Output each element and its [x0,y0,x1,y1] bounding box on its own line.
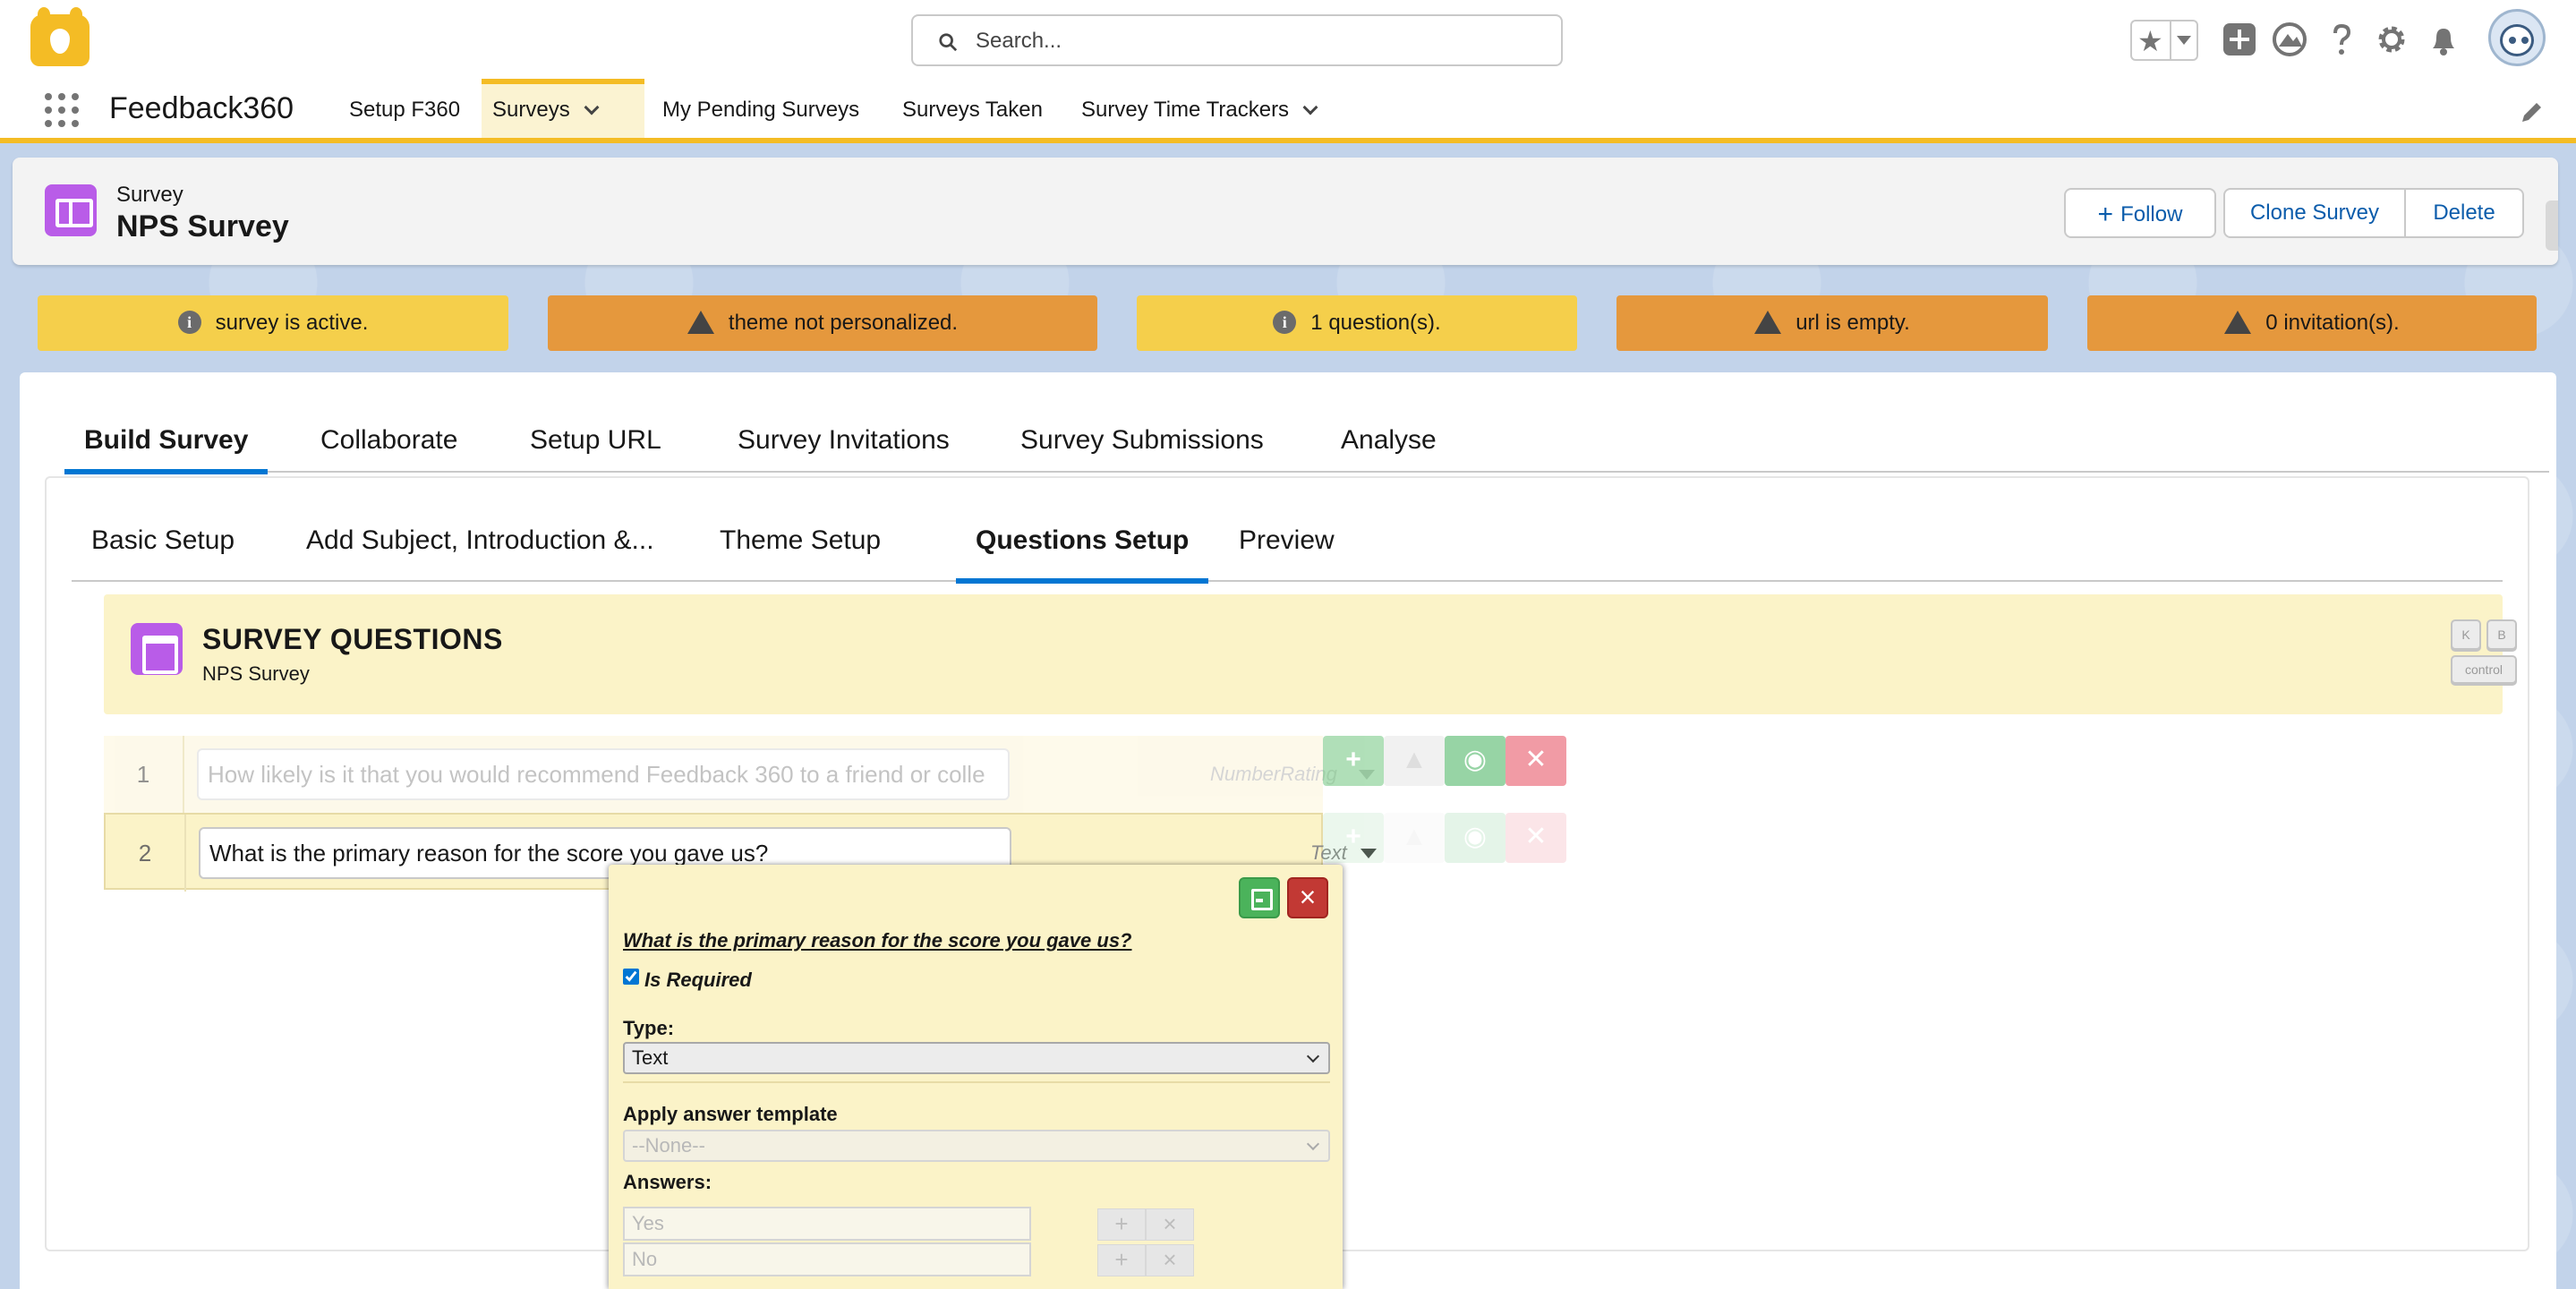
search-input[interactable] [976,25,1548,57]
add-answer-button[interactable]: + [1097,1208,1146,1241]
delete-button[interactable]: Delete [2404,188,2524,238]
tab-add-subject-introduction[interactable]: Add Subject, Introduction &... [286,499,674,582]
keyboard-key-b: B [2486,619,2517,650]
close-icon[interactable]: × [1287,877,1328,918]
editor-question-text: What is the primary reason for the score… [623,929,1132,952]
section-title: SURVEY QUESTIONS [202,623,503,655]
tab-survey-invitations[interactable]: Survey Invitations [718,408,969,473]
tab-basic-setup[interactable]: Basic Setup [72,499,254,582]
help-icon[interactable] [2324,21,2359,57]
tab-build-survey[interactable]: Build Survey [64,408,269,474]
answer-input[interactable]: Yes [623,1207,1031,1241]
main-tab-bar: Build Survey Collaborate Setup URL Surve… [64,408,2549,474]
clone-survey-button[interactable]: Clone Survey [2223,188,2406,238]
type-label: Type: [623,1017,675,1039]
app-navigation-bar: Feedback360 Setup F360 Surveys My Pendin… [0,79,2576,143]
survey-record-icon [45,184,97,236]
delete-question-button[interactable]: ✕ [1506,736,1566,786]
nav-item-surveys-taken[interactable]: Surveys Taken [891,79,1053,138]
status-banner-active: i survey is active. [38,295,508,351]
question-editor-popover: × What is the primary reason for the sco… [609,865,1343,1289]
nav-item-my-pending-surveys[interactable]: My Pending Surveys [652,79,870,138]
nav-item-survey-time-trackers[interactable]: Survey Time Trackers [1070,79,1326,138]
question-number: 2 [106,815,186,892]
eye-icon[interactable]: ◉ [1445,736,1506,786]
record-title: NPS Survey [116,209,289,243]
add-icon[interactable] [2222,21,2257,57]
setup-gear-icon[interactable] [2374,21,2410,57]
chevron-down-icon[interactable] [584,99,600,115]
follow-button[interactable]: + Follow [2064,188,2216,238]
answers-label: Answers: [623,1171,712,1193]
survey-questions-header: SURVEY QUESTIONS NPS Survey K B control [104,594,2517,714]
tab-preview[interactable]: Preview [1219,499,1354,582]
move-up-button[interactable]: ▲ [1384,813,1445,863]
status-banner-url: url is empty. [1616,295,2048,351]
keyboard-key-k: K [2451,619,2481,650]
question-number: 1 [104,736,184,813]
user-avatar[interactable] [2488,9,2546,66]
warning-icon [2224,310,2252,334]
is-required-checkbox-label[interactable]: Is Required [623,969,752,992]
tab-questions-setup[interactable]: Questions Setup [956,499,1209,584]
chevron-down-icon [1306,1137,1320,1151]
type-select[interactable]: Text [623,1042,1330,1074]
remove-answer-button[interactable]: × [1146,1208,1194,1241]
warning-icon [1754,310,1782,334]
tab-collaborate[interactable]: Collaborate [301,408,477,473]
section-subtitle: NPS Survey [202,662,310,685]
tab-theme-setup[interactable]: Theme Setup [700,499,900,582]
record-object-type: Survey [116,183,183,207]
answer-template-select[interactable]: --None-- [623,1130,1330,1162]
status-banner-questions: i1 question(s). [1137,295,1577,351]
sub-tab-bar: Basic Setup Add Subject, Introduction &.… [72,499,2503,584]
calendar-icon [131,623,183,675]
keyboard-key-control: control [2451,655,2517,684]
warning-icon [687,310,714,334]
favorites-star-icon: ★ [2137,25,2163,57]
chevron-down-icon [1306,1049,1320,1063]
nav-item-surveys[interactable]: Surveys [482,79,644,138]
status-banner-invitations: 0 invitation(s). [2087,295,2537,351]
favorites-button[interactable]: ★ [2130,20,2198,61]
add-question-button[interactable]: + [1323,736,1384,786]
side-panel-handle[interactable] [2546,201,2558,251]
trailhead-icon[interactable] [2272,21,2307,57]
favorites-menu-caret-icon[interactable] [2177,36,2191,45]
nav-item-setup-f360[interactable]: Setup F360 [338,79,471,138]
delete-question-button[interactable]: ✕ [1506,813,1566,863]
plus-icon: + [2097,200,2114,229]
global-header: ★ [0,0,2576,79]
global-search[interactable] [911,14,1563,66]
record-header: Survey NPS Survey + Follow Clone Survey D… [13,158,2558,265]
notifications-bell-icon[interactable] [2426,21,2461,57]
question-text-input[interactable]: How likely is it that you would recommen… [197,748,1010,800]
question-type[interactable]: NumberRating [1210,763,1337,786]
add-question-button[interactable]: + [1323,813,1384,863]
app-launcher-icon[interactable] [45,93,81,129]
eye-icon[interactable]: ◉ [1445,813,1506,863]
tab-setup-url[interactable]: Setup URL [510,408,681,473]
answer-template-label: Apply answer template [623,1103,838,1125]
info-icon: i [177,310,201,334]
is-required-checkbox[interactable] [623,969,639,985]
search-icon [939,33,958,52]
tab-analyse[interactable]: Analyse [1321,408,1456,473]
info-icon: i [1273,310,1297,334]
chevron-down-icon[interactable] [1302,99,1318,115]
save-icon[interactable] [1239,877,1280,918]
app-name: Feedback360 [109,91,294,125]
question-row[interactable]: 1 How likely is it that you would recomm… [104,736,1375,813]
tab-survey-submissions[interactable]: Survey Submissions [1001,408,1284,473]
add-answer-button[interactable]: + [1097,1244,1146,1276]
move-up-button[interactable]: ▲ [1384,736,1445,786]
answer-input[interactable]: No [623,1242,1031,1276]
edit-nav-pencil-icon[interactable] [2519,98,2546,125]
status-banner-theme: theme not personalized. [548,295,1097,351]
org-logo-icon[interactable] [30,7,90,66]
remove-answer-button[interactable]: × [1146,1244,1194,1276]
